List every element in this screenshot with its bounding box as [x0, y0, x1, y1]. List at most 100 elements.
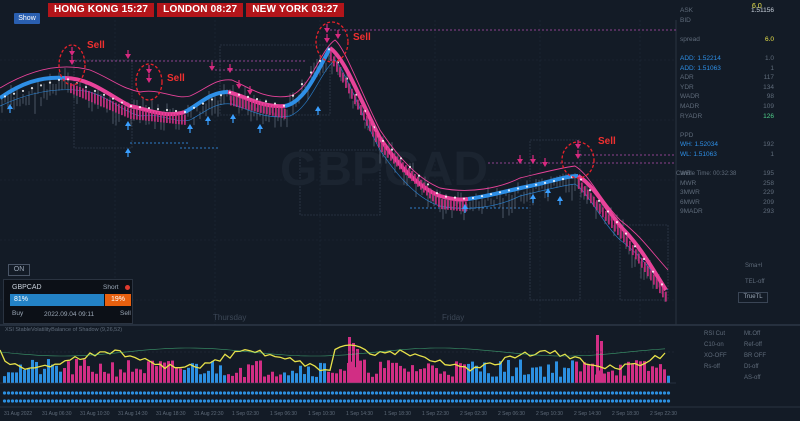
ind-setting[interactable]: Ref-off: [744, 340, 762, 351]
indicator-dot: [46, 391, 51, 395]
signal-bar: [251, 100, 253, 111]
signal-bar: [342, 72, 344, 83]
indicator-dot: [198, 391, 203, 395]
ind-setting[interactable]: BR OFF: [744, 351, 766, 362]
trend-dot: [12, 92, 16, 95]
signal-bar: [239, 97, 241, 108]
indicator-dot: [386, 391, 391, 395]
indicator-dot: [566, 399, 571, 403]
signal-bar: [139, 109, 141, 120]
histogram-bar: [587, 365, 590, 383]
indicator-dot: [94, 391, 99, 395]
histogram-bar: [348, 337, 351, 383]
indicator-dot: [662, 399, 667, 403]
sma-label[interactable]: Sma+I: [745, 263, 763, 269]
histogram-bar: [515, 367, 518, 383]
info-value: 109: [763, 102, 774, 110]
indicator-dot: [462, 399, 467, 403]
indicator-dot: [218, 391, 223, 395]
histogram-bar: [187, 367, 190, 383]
indicator-dot: [438, 391, 443, 395]
trend-dot: [66, 78, 70, 81]
indicator-dot: [274, 391, 279, 395]
indicator-dot: [350, 399, 355, 403]
info-label: WH: 1.52034: [680, 141, 718, 149]
time-tick-label: 2 Sep 10:30: [536, 411, 563, 417]
indicator-dot: [634, 399, 639, 403]
tel-label[interactable]: TEL-off: [745, 279, 765, 285]
indicator-dot: [362, 391, 367, 395]
trend-dot: [57, 78, 61, 81]
indicator-dot: [2, 399, 7, 403]
indicator-dot: [486, 391, 491, 395]
ind-setting[interactable]: XO-OFF: [704, 351, 727, 362]
indicator-dot: [590, 399, 595, 403]
info-value: 6.0: [764, 35, 774, 43]
indicator-dot: [262, 399, 267, 403]
indicator-dot: [494, 391, 499, 395]
indicator-dot: [618, 399, 623, 403]
histogram-bar: [311, 376, 314, 383]
indicator-dot: [118, 399, 123, 403]
sell-signal-label-3: Sell: [353, 32, 371, 43]
histogram-bar: [207, 370, 210, 383]
histogram-bar: [75, 359, 78, 383]
indicator-dot: [562, 399, 567, 403]
indicator-dot: [382, 391, 387, 395]
indicator-dot: [18, 399, 23, 403]
indicator-dot: [326, 391, 331, 395]
chart-area[interactable]: GBPCAD HONG KONG 15:27 LONDON 08:27 NEW …: [0, 0, 800, 421]
histogram-bar: [43, 368, 46, 383]
info-row: RYADR 126: [678, 112, 790, 122]
trend-dot: [624, 232, 628, 235]
signal-bar: [644, 262, 646, 272]
indicator-dot: [586, 399, 591, 403]
indicator-dot: [322, 399, 327, 403]
indicator-dot: [378, 391, 383, 395]
show-button[interactable]: Show: [14, 13, 40, 24]
indicator-dot: [514, 399, 519, 403]
indicator-dot: [290, 391, 295, 395]
signal-bar: [82, 88, 84, 99]
trend-dot: [219, 94, 223, 97]
histogram-bar: [259, 360, 262, 383]
indicator-dot: [486, 399, 491, 403]
histogram-bar: [15, 372, 18, 383]
histogram-bar: [315, 376, 318, 383]
ind-setting[interactable]: Mt.Off: [744, 329, 760, 340]
indicator-dot: [534, 399, 539, 403]
ind-setting[interactable]: Rs-off: [704, 362, 720, 373]
signal-bar: [623, 232, 625, 243]
histogram-bar: [419, 369, 422, 383]
indicator-dot: [506, 391, 511, 395]
signal-bar: [626, 236, 628, 247]
indicator-dot: [378, 399, 383, 403]
indicator-dot: [182, 399, 187, 403]
indicator-dot: [90, 391, 95, 395]
ind-setting[interactable]: RSI Cut: [704, 329, 725, 340]
ind-setting[interactable]: Dt-off: [744, 362, 759, 373]
signal-bar: [76, 85, 78, 96]
histogram-bar: [467, 363, 470, 383]
indicator-dot: [442, 399, 447, 403]
buy-arrow-icon: [530, 194, 536, 199]
signal-bar: [399, 159, 401, 170]
sell-arrow-stem: [577, 140, 579, 144]
histogram-bar: [123, 372, 126, 383]
trend-dot: [552, 179, 556, 183]
histogram-bar: [143, 373, 146, 383]
ind-setting[interactable]: C10-on: [704, 340, 724, 351]
ind-setting[interactable]: AS-off: [744, 373, 761, 384]
on-button[interactable]: ON: [8, 264, 30, 276]
truetl-button[interactable]: TrueTL: [738, 292, 768, 303]
trend-dot: [246, 95, 250, 99]
histogram-bar: [559, 376, 562, 383]
trend-dot: [561, 178, 565, 181]
indicator-dot: [50, 391, 55, 395]
histogram-bar: [435, 368, 438, 383]
indicator-dot: [530, 399, 535, 403]
indicator-dot: [306, 391, 311, 395]
indicator-dot: [130, 391, 135, 395]
trend-dot: [534, 183, 538, 186]
indicator-dot: [70, 399, 75, 403]
